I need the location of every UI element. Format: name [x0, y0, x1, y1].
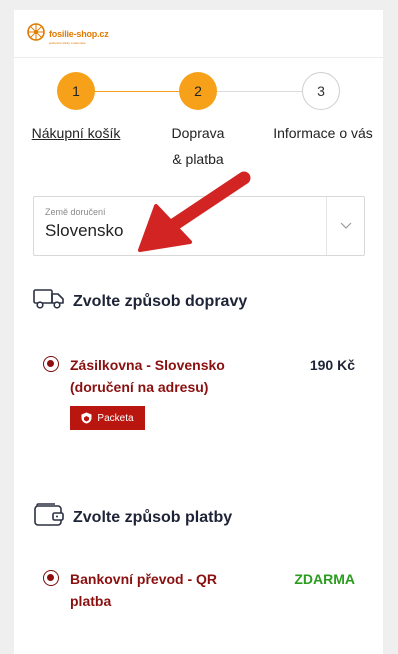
payment-option-name-line1: Bankovní převod - QR: [70, 571, 218, 587]
step-2-number: 2: [194, 83, 202, 99]
header: fosilie-shop.cz jedinečné dárky a dekora…: [14, 10, 383, 58]
shipping-option-zasilkovna[interactable]: Zásilkovna - Slovensko (doručení na adre…: [43, 354, 358, 438]
wallet-icon: [33, 503, 65, 532]
shipping-option-price: 190 Kč: [309, 357, 355, 373]
logo-name: fosilie-shop.cz: [49, 28, 109, 39]
country-dropdown-toggle[interactable]: [326, 197, 364, 255]
logo-tagline: jedinečné dárky a dekorace: [49, 40, 86, 45]
step-1-circle[interactable]: 1: [57, 72, 95, 110]
shipping-option-name-line1: Zásilkovna - Slovensko: [70, 357, 225, 373]
packeta-shield-icon: [81, 412, 92, 424]
payment-radio[interactable]: [43, 570, 59, 586]
shipping-title: Zvolte způsob dopravy: [73, 292, 248, 310]
step-2-circle: 2: [179, 72, 217, 110]
step-1-number: 1: [72, 83, 80, 99]
packeta-badge: Packeta: [70, 406, 145, 430]
logo-wheel-icon: [26, 22, 46, 47]
payment-section-title: Zvolte způsob platby: [33, 503, 232, 532]
step-connector-2: [216, 91, 303, 92]
logo[interactable]: fosilie-shop.cz jedinečné dárky a dekora…: [26, 22, 109, 47]
step-3-label: Informace o vás: [273, 125, 373, 141]
shipping-radio[interactable]: [43, 356, 59, 372]
chevron-down-icon: [340, 217, 352, 235]
shipping-section-title: Zvolte způsob dopravy: [33, 288, 247, 315]
payment-option-price: ZDARMA: [294, 571, 355, 587]
shipping-option-name: Zásilkovna - Slovensko (doručení na adre…: [70, 354, 225, 398]
checkout-steps: 1 2 3 Nákupní košík Doprava & platba Inf…: [14, 72, 383, 182]
payment-option-bank-transfer[interactable]: Bankovní převod - QR platba ZDARMA: [43, 568, 358, 618]
step-2-label-line1: Doprava: [171, 125, 225, 141]
checkout-page: fosilie-shop.cz jedinečné dárky a dekora…: [14, 10, 383, 654]
shipping-option-name-line2: (doručení na adresu): [70, 379, 209, 395]
payment-title: Zvolte způsob platby: [73, 508, 233, 526]
payment-option-name-line2: platba: [70, 593, 112, 609]
annotation-arrow: [138, 171, 251, 252]
truck-icon: [33, 288, 65, 315]
step-1-link[interactable]: Nákupní košík: [14, 120, 138, 146]
country-value: Slovensko: [45, 221, 124, 240]
country-label: Země doručení: [45, 207, 106, 217]
packeta-label: Packeta: [97, 412, 134, 424]
step-2-label: Doprava & platba: [148, 120, 248, 172]
step-3-number: 3: [317, 83, 325, 99]
payment-option-name: Bankovní převod - QR platba: [70, 568, 217, 612]
step-connector-1: [94, 91, 181, 92]
logo-text: fosilie-shop.cz jedinečné dárky a dekora…: [49, 25, 109, 45]
step-3-circle: 3: [302, 72, 340, 110]
